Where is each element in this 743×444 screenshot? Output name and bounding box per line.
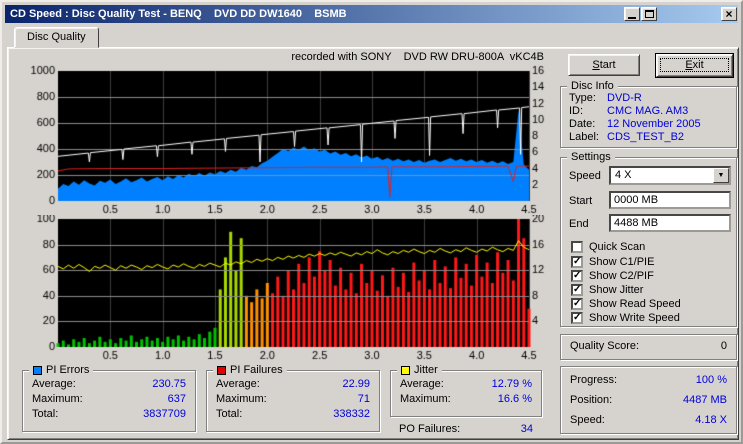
quick-scan-label: Quick Scan bbox=[589, 241, 646, 253]
maximize-button[interactable] bbox=[641, 7, 657, 21]
pi-failures-swatch-icon bbox=[217, 365, 226, 375]
exit-button[interactable]: Exit bbox=[656, 54, 733, 77]
recorder-info-text: recorded with SONY DVD RW DRU-800A vKC4B bbox=[291, 51, 544, 63]
minimize-button[interactable] bbox=[624, 7, 640, 21]
po-failures-value: 34 bbox=[520, 423, 533, 435]
disc-date-value: 12 November 2005 bbox=[607, 118, 701, 130]
quality-score-box: Quality Score: 0 bbox=[560, 334, 737, 360]
maximize-icon bbox=[644, 10, 654, 18]
speed-dropdown-button[interactable]: ▼ bbox=[713, 168, 729, 183]
disc-info-title: Disc Info bbox=[567, 79, 618, 93]
minimize-icon bbox=[628, 16, 636, 19]
jitter-panel: Jitter Average: 12.79 % Maximum: 16.6 % bbox=[390, 363, 542, 417]
stat-value: 12.79 % bbox=[491, 378, 532, 390]
speed-label: Speed bbox=[569, 170, 601, 182]
settings-title: Settings bbox=[567, 150, 615, 164]
quick-scan-checkbox[interactable] bbox=[571, 241, 583, 253]
stat-value: 230.75 bbox=[152, 378, 186, 390]
stat-row: Maximum: 637 bbox=[23, 392, 195, 407]
speed-status-value: 4.18 X bbox=[695, 414, 727, 426]
jitter-title: Jitter bbox=[414, 364, 438, 376]
show-c2-pif-checkbox[interactable]: ✓ bbox=[571, 270, 583, 282]
app-window: CD Speed : Disc Quality Test - BENQ DVD … bbox=[0, 0, 743, 444]
show-c1-pie-checkbox[interactable]: ✓ bbox=[571, 256, 583, 268]
pi-errors-speed-chart bbox=[10, 63, 555, 217]
po-failures-label: PO Failures: bbox=[399, 423, 461, 435]
stat-label: Maximum: bbox=[400, 393, 451, 405]
progress-label: Progress: bbox=[570, 374, 618, 386]
close-button[interactable]: × bbox=[721, 7, 737, 21]
stat-value: 637 bbox=[167, 393, 186, 405]
status-panel: Progress: 100 % Position: 4487 MB Speed:… bbox=[560, 366, 737, 434]
tab-disc-quality[interactable]: Disc Quality bbox=[14, 27, 99, 48]
show-jitter-label: Show Jitter bbox=[589, 284, 644, 296]
stat-row: Maximum: 71 bbox=[207, 392, 379, 407]
stat-value: 3837709 bbox=[143, 408, 186, 420]
pi-failures-title: PI Failures bbox=[230, 364, 283, 376]
stat-label: Average: bbox=[400, 378, 444, 390]
stat-value: 338332 bbox=[333, 408, 370, 420]
progress-value: 100 % bbox=[695, 374, 727, 386]
disc-info-group: Disc Info Type: DVD-R ID: CMC MAG. AM3 D… bbox=[560, 79, 737, 148]
show-write-speed-checkbox[interactable]: ✓ bbox=[571, 312, 583, 324]
po-failures-row: PO Failures: 34 bbox=[390, 422, 542, 437]
position-value: 4487 MB bbox=[682, 394, 727, 406]
disc-label-value: CDS_TEST_B2 bbox=[607, 131, 685, 143]
pi-errors-title: PI Errors bbox=[46, 364, 90, 376]
disc-label-label: Label: bbox=[569, 131, 599, 143]
pi-errors-swatch-icon bbox=[33, 365, 42, 375]
stat-label: Maximum: bbox=[216, 393, 267, 405]
stat-row: Maximum: 16.6 % bbox=[391, 392, 541, 407]
quality-score-label: Quality Score: bbox=[570, 340, 640, 352]
close-icon: × bbox=[725, 7, 733, 21]
pi-errors-panel: PI Errors Average: 230.75 Maximum: 637 Tot… bbox=[22, 363, 196, 432]
disc-id-label: ID: bbox=[569, 105, 584, 117]
show-read-speed-label: Show Read Speed bbox=[589, 298, 681, 310]
start-position-label: Start bbox=[569, 195, 593, 207]
jitter-swatch-icon bbox=[401, 365, 410, 375]
stat-row: Average: 12.79 % bbox=[391, 377, 541, 392]
disc-type-label: Type: bbox=[569, 92, 596, 104]
stat-label: Total: bbox=[32, 408, 59, 420]
position-row: Position: 4487 MB bbox=[561, 390, 736, 410]
show-c1-pie-label: Show C1/PIE bbox=[589, 256, 655, 268]
stat-row: Average: 230.75 bbox=[23, 377, 195, 392]
stat-label: Average: bbox=[216, 378, 260, 390]
settings-group: Settings Speed 4 X ▼ Start End Quick Sca… bbox=[560, 150, 737, 327]
disc-date-label: Date: bbox=[569, 118, 596, 130]
stat-row: Average: 22.99 bbox=[207, 377, 379, 392]
show-write-speed-label: Show Write Speed bbox=[589, 312, 680, 324]
show-read-speed-checkbox[interactable]: ✓ bbox=[571, 298, 583, 310]
pi-failures-jitter-chart bbox=[10, 215, 555, 363]
chevron-down-icon: ▼ bbox=[717, 172, 725, 179]
pi-failures-panel: PI Failures Average: 22.99 Maximum: 71 Tot… bbox=[206, 363, 380, 432]
show-c2-pif-label: Show C2/PIF bbox=[589, 270, 654, 282]
disc-id-value: CMC MAG. AM3 bbox=[607, 105, 689, 117]
stat-value: 71 bbox=[357, 393, 370, 405]
stat-value: 22.99 bbox=[342, 378, 370, 390]
stat-label: Maximum: bbox=[32, 393, 83, 405]
show-jitter-checkbox[interactable]: ✓ bbox=[571, 284, 583, 296]
speed-select[interactable]: 4 X ▼ bbox=[609, 166, 731, 185]
position-label: Position: bbox=[570, 394, 613, 406]
stat-label: Total: bbox=[216, 408, 243, 420]
quality-score-value: 0 bbox=[720, 340, 727, 352]
tab-label: Disc Quality bbox=[27, 31, 86, 43]
progress-row: Progress: 100 % bbox=[561, 370, 736, 390]
title-bar: CD Speed : Disc Quality Test - BENQ DVD … bbox=[5, 5, 738, 23]
stat-value: 16.6 % bbox=[497, 393, 532, 405]
stat-row: Total: 3837709 bbox=[23, 407, 195, 422]
start-position-field[interactable] bbox=[609, 191, 731, 209]
speed-selected-value: 4 X bbox=[615, 169, 632, 181]
end-position-field[interactable] bbox=[609, 214, 731, 232]
end-position-label: End bbox=[569, 218, 589, 230]
stat-row: Total: 338332 bbox=[207, 407, 379, 422]
speed-status-label: Speed: bbox=[570, 414, 605, 426]
stat-label: Average: bbox=[32, 378, 76, 390]
disc-type-value: DVD-R bbox=[607, 92, 642, 104]
window-title: CD Speed : Disc Quality Test - BENQ DVD … bbox=[10, 8, 347, 20]
speed-row: Speed: 4.18 X bbox=[561, 410, 736, 430]
start-button[interactable]: Start bbox=[568, 54, 640, 76]
